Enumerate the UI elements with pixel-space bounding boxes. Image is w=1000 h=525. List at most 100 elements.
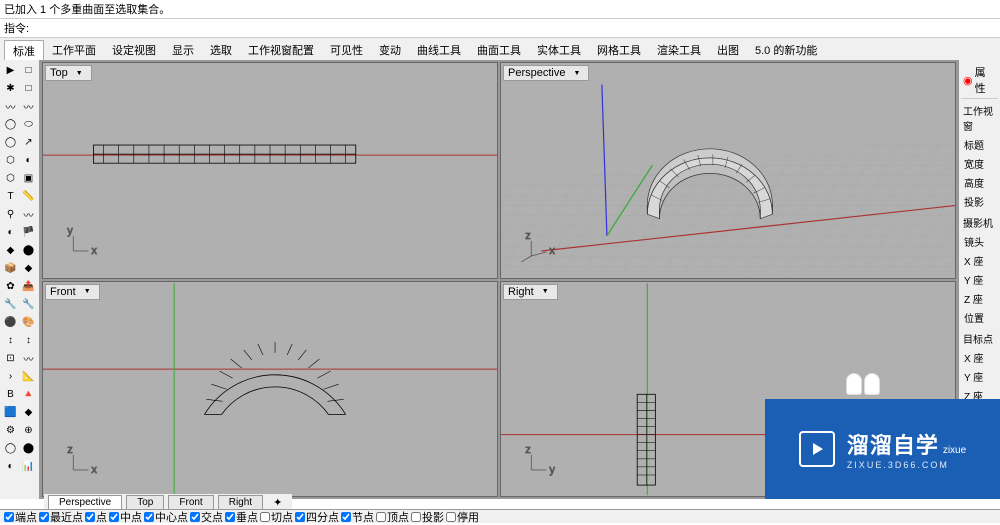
tool-button[interactable]: ⬤	[20, 242, 37, 259]
tool-button[interactable]: ◆	[20, 260, 37, 277]
osnap-toggle[interactable]: 中点	[109, 509, 142, 525]
tool-button[interactable]: ⬭	[20, 116, 37, 133]
tool-button[interactable]: ◐	[20, 152, 37, 169]
prop-item[interactable]: 高度	[961, 173, 998, 192]
menu-item[interactable]: 5.0 的新功能	[747, 40, 825, 61]
tool-button[interactable]: ⬡	[2, 152, 19, 169]
checkbox[interactable]	[109, 512, 119, 522]
prop-item[interactable]: 宽度	[961, 154, 998, 173]
tool-button[interactable]: ↗	[20, 134, 37, 151]
prop-item[interactable]: Y 座	[961, 270, 998, 289]
prop-item[interactable]: 位置	[961, 308, 998, 327]
tool-button[interactable]: 〰	[20, 350, 37, 367]
tool-button[interactable]: ▶	[2, 62, 19, 79]
osnap-toggle[interactable]: 停用	[446, 509, 479, 525]
prop-item[interactable]: X 座	[961, 251, 998, 270]
dropdown-icon[interactable]: ▼	[573, 70, 580, 77]
tool-button[interactable]: ◯	[2, 134, 19, 151]
tool-button[interactable]: 📤	[20, 278, 37, 295]
tool-button[interactable]: 〰	[20, 206, 37, 223]
viewport-top-label[interactable]: Top ▼	[45, 65, 92, 81]
tool-button[interactable]: T	[2, 188, 19, 205]
prop-item[interactable]: Y 座	[961, 367, 998, 386]
viewport-front-label[interactable]: Front ▼	[45, 284, 100, 300]
tool-button[interactable]: ⚫	[2, 314, 19, 331]
tool-button[interactable]: ⚲	[2, 206, 19, 223]
checkbox[interactable]	[411, 512, 421, 522]
viewport-right-label[interactable]: Right ▼	[503, 284, 558, 300]
menu-item[interactable]: 可见性	[322, 40, 371, 61]
viewport-top[interactable]: Top ▼ x y	[42, 62, 498, 279]
menu-item[interactable]: 标准	[4, 40, 44, 61]
checkbox[interactable]	[4, 512, 14, 522]
menu-item[interactable]: 设定视图	[104, 40, 164, 61]
osnap-toggle[interactable]: 切点	[260, 509, 293, 525]
osnap-toggle[interactable]: 中心点	[144, 509, 188, 525]
tool-button[interactable]: ⬤	[20, 440, 37, 457]
tool-button[interactable]: ⚙	[2, 422, 19, 439]
menu-item[interactable]: 变动	[371, 40, 409, 61]
prop-item[interactable]: Z 座	[961, 289, 998, 308]
prop-item[interactable]: 镜头	[961, 232, 998, 251]
checkbox[interactable]	[39, 512, 49, 522]
dropdown-icon[interactable]: ▼	[542, 288, 549, 295]
osnap-toggle[interactable]: 交点	[190, 509, 223, 525]
prop-item[interactable]: 投影	[961, 192, 998, 211]
prop-item[interactable]: 标题	[961, 135, 998, 154]
osnap-toggle[interactable]: 最近点	[39, 509, 83, 525]
checkbox[interactable]	[225, 512, 235, 522]
tool-button[interactable]: ◆	[20, 404, 37, 421]
menu-item[interactable]: 曲线工具	[409, 40, 469, 61]
tool-button[interactable]: 🔧	[2, 296, 19, 313]
tool-button[interactable]: 〰	[2, 98, 19, 115]
menu-item[interactable]: 工作平面	[44, 40, 104, 61]
tool-button[interactable]: ▣	[20, 170, 37, 187]
viewport-perspective-label[interactable]: Perspective ▼	[503, 65, 589, 81]
tool-button[interactable]: □	[20, 80, 37, 97]
tool-button[interactable]: 📏	[20, 188, 37, 205]
prop-item[interactable]: X 座	[961, 348, 998, 367]
osnap-toggle[interactable]: 端点	[4, 509, 37, 525]
menu-item[interactable]: 出图	[709, 40, 747, 61]
tool-button[interactable]: ↕	[2, 332, 19, 349]
tool-button[interactable]: ◐	[2, 224, 19, 241]
checkbox[interactable]	[190, 512, 200, 522]
tool-button[interactable]: B	[2, 386, 19, 403]
checkbox[interactable]	[341, 512, 351, 522]
dropdown-icon[interactable]: ▼	[76, 70, 83, 77]
checkbox[interactable]	[144, 512, 154, 522]
tool-button[interactable]: ↕	[20, 332, 37, 349]
tool-button[interactable]: 🔺	[20, 386, 37, 403]
checkbox[interactable]	[85, 512, 95, 522]
menu-item[interactable]: 网格工具	[589, 40, 649, 61]
osnap-toggle[interactable]: 垂点	[225, 509, 258, 525]
osnap-toggle[interactable]: 投影	[411, 509, 444, 525]
menu-item[interactable]: 选取	[202, 40, 240, 61]
tool-button[interactable]: 🔧	[20, 296, 37, 313]
tool-button[interactable]: 🎨	[20, 314, 37, 331]
tool-button[interactable]: ✱	[2, 80, 19, 97]
tool-button[interactable]: 📐	[20, 368, 37, 385]
menu-item[interactable]: 实体工具	[529, 40, 589, 61]
tool-button[interactable]: ✿	[2, 278, 19, 295]
tool-button[interactable]: □	[20, 62, 37, 79]
menu-item[interactable]: 工作视窗配置	[240, 40, 322, 61]
menu-item[interactable]: 渲染工具	[649, 40, 709, 61]
tool-button[interactable]: 📊	[20, 458, 37, 475]
command-input[interactable]	[33, 22, 996, 34]
checkbox[interactable]	[446, 512, 456, 522]
viewport-perspective[interactable]: Perspective ▼	[500, 62, 956, 279]
checkbox[interactable]	[295, 512, 305, 522]
tool-button[interactable]: ◯	[2, 440, 19, 457]
tool-button[interactable]: 🟦	[2, 404, 19, 421]
tool-button[interactable]: ◐	[2, 458, 19, 475]
tool-button[interactable]: ⊕	[20, 422, 37, 439]
menu-item[interactable]: 曲面工具	[469, 40, 529, 61]
checkbox[interactable]	[260, 512, 270, 522]
tool-button[interactable]: 📦	[2, 260, 19, 277]
osnap-toggle[interactable]: 节点	[341, 509, 374, 525]
checkbox[interactable]	[376, 512, 386, 522]
viewport-front[interactable]: Front ▼ x z	[42, 281, 498, 498]
dropdown-icon[interactable]: ▼	[84, 288, 91, 295]
osnap-toggle[interactable]: 四分点	[295, 509, 339, 525]
